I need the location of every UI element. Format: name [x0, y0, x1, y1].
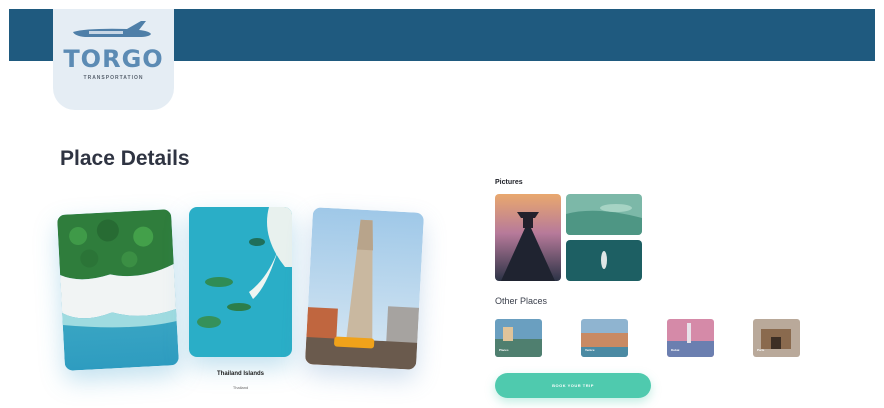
other-place-item[interactable]: Paris	[753, 319, 800, 357]
card-caption: Thailand Islands	[216, 371, 264, 377]
brand-logo[interactable]: TORGO TRANSPORTATION	[53, 9, 174, 110]
page-title: Place Details	[60, 147, 190, 170]
picture-boat[interactable]	[566, 240, 642, 281]
place-card-city[interactable]	[304, 207, 425, 370]
card-subcaption: Thailand	[232, 385, 249, 390]
other-places-label: Other Places	[495, 296, 548, 306]
pictures-label: Pictures	[495, 179, 523, 186]
place-card-coastline[interactable]	[56, 209, 180, 371]
other-place-item[interactable]: Venice	[581, 319, 628, 357]
other-place-name: Venice	[585, 348, 595, 352]
place-card-islands[interactable]	[189, 207, 292, 357]
brand-name: TORGO	[63, 45, 164, 73]
other-place-name: Places	[499, 348, 509, 352]
brand-tagline: TRANSPORTATION	[83, 75, 144, 81]
other-place-name: Paris	[757, 348, 765, 352]
other-place-item[interactable]: Places	[495, 319, 542, 357]
picture-pier[interactable]	[495, 194, 561, 281]
airplane-icon	[73, 21, 151, 37]
picture-lagoon[interactable]	[566, 194, 642, 235]
book-trip-button[interactable]: BOOK YOUR TRIP	[495, 373, 651, 398]
other-place-item[interactable]: Dubai	[667, 319, 714, 357]
other-place-name: Dubai	[671, 348, 680, 352]
